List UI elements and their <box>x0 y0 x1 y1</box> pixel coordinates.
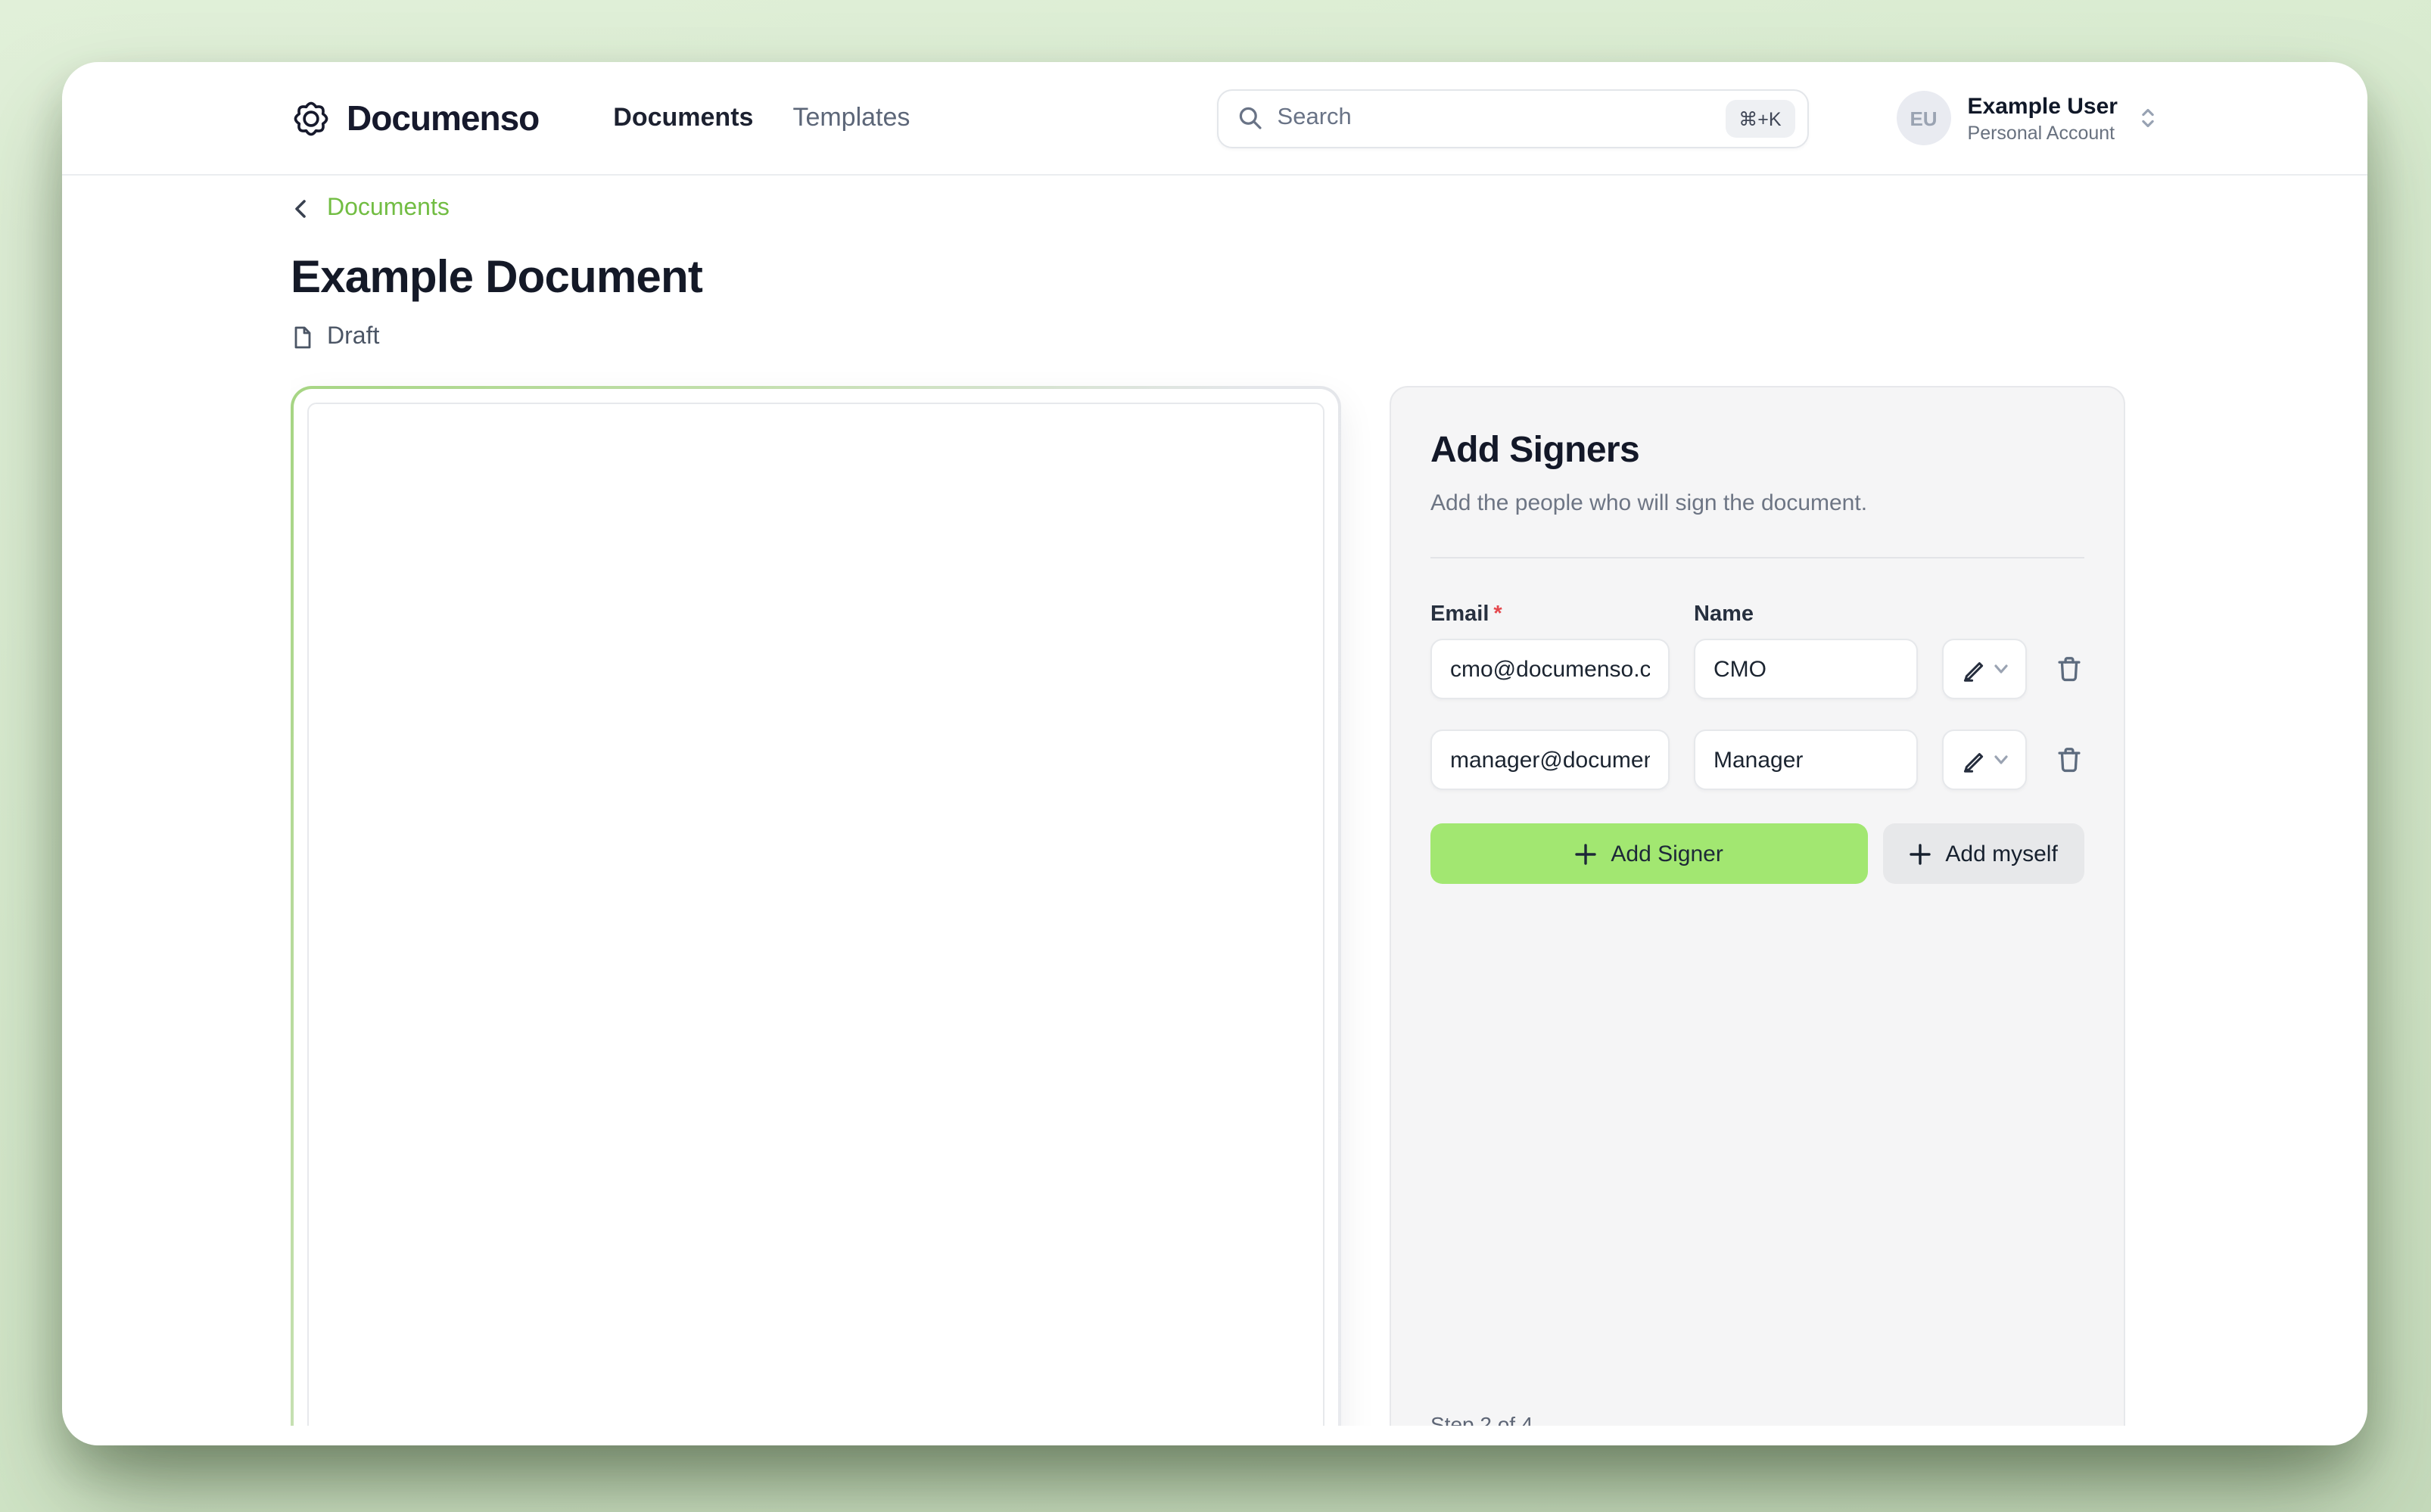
pdf-page[interactable] <box>307 403 1324 1426</box>
nav-templates[interactable]: Templates <box>792 103 910 133</box>
signer-role-dropdown[interactable] <box>1942 730 2027 790</box>
add-myself-button[interactable]: Add myself <box>1882 823 2084 884</box>
signer-actions-row: Add Signer Add myself <box>1430 823 2084 884</box>
search-input[interactable] <box>1278 104 1712 132</box>
breadcrumb[interactable]: Documents <box>291 191 450 227</box>
search-icon <box>1237 104 1264 132</box>
account-type: Personal Account <box>1968 120 2118 145</box>
signer-email-input[interactable] <box>1430 639 1670 699</box>
panel-subtitle: Add the people who will sign the documen… <box>1430 487 2084 519</box>
chevron-down-icon <box>1994 752 2009 767</box>
app-window: Documenso Documents Templates ⌘+K EU Exa… <box>62 62 2367 1445</box>
remove-signer-button[interactable] <box>2051 639 2087 699</box>
add-myself-label: Add myself <box>1945 841 2057 866</box>
add-signer-button[interactable]: Add Signer <box>1430 823 1867 884</box>
required-marker: * <box>1493 602 1502 627</box>
workspace-row: Add Signers Add the people who will sign… <box>291 386 2367 1426</box>
page-root: Documenso Documents Templates ⌘+K EU Exa… <box>0 0 2431 1512</box>
chevron-up-down-icon <box>2137 104 2159 132</box>
signer-row <box>1430 639 2084 699</box>
plus-icon <box>1909 842 1931 865</box>
search-bar[interactable]: ⌘+K <box>1217 89 1809 148</box>
signer-role-dropdown[interactable] <box>1942 639 2027 699</box>
trash-icon <box>2054 654 2084 684</box>
account-menu[interactable]: EU Example User Personal Account <box>1897 91 2159 145</box>
add-signers-panel: Add Signers Add the people who will sign… <box>1390 386 2125 1426</box>
page-title: Example Document <box>291 250 2367 307</box>
signer-email-input[interactable] <box>1430 730 1670 790</box>
step-indicator: Step 2 of 4 <box>1430 1409 1533 1426</box>
user-name: Example User <box>1968 92 2118 120</box>
scroll-viewport: Documents Example Document Draft <box>291 191 2367 1426</box>
add-signer-label: Add Signer <box>1611 841 1723 866</box>
name-label: Name <box>1694 602 1918 627</box>
chevron-left-icon <box>291 198 312 219</box>
search-shortcut-badge: ⌘+K <box>1725 99 1794 137</box>
trash-icon <box>2054 745 2084 775</box>
chevron-down-icon <box>1994 661 2009 677</box>
signer-name-input[interactable] <box>1694 730 1918 790</box>
signer-name-input[interactable] <box>1694 639 1918 699</box>
page-content: Documents Example Document Draft <box>62 176 2367 1445</box>
document-preview-card <box>291 386 1341 1426</box>
email-label: Email* <box>1430 602 1670 627</box>
nav-documents[interactable]: Documents <box>613 103 753 133</box>
field-labels-row: Email* Name <box>1430 602 2084 627</box>
documenso-seal-icon <box>291 98 332 138</box>
panel-divider <box>1430 557 2084 558</box>
main-nav: Documents Templates <box>613 103 910 133</box>
document-status: Draft <box>291 321 2367 354</box>
signature-pen-icon <box>1960 747 1986 773</box>
signer-row <box>1430 730 2084 790</box>
breadcrumb-label: Documents <box>327 195 450 222</box>
brand-name: Documenso <box>347 98 539 138</box>
avatar: EU <box>1897 91 1951 145</box>
document-surface <box>294 389 1338 1426</box>
top-navigation-bar: Documenso Documents Templates ⌘+K EU Exa… <box>62 62 2367 176</box>
documenso-logo[interactable]: Documenso <box>291 98 539 138</box>
file-icon <box>291 325 315 350</box>
status-badge: Draft <box>327 324 379 351</box>
remove-signer-button[interactable] <box>2051 730 2087 790</box>
signature-pen-icon <box>1960 656 1986 682</box>
panel-title: Add Signers <box>1430 428 2084 474</box>
plus-icon <box>1574 842 1597 865</box>
